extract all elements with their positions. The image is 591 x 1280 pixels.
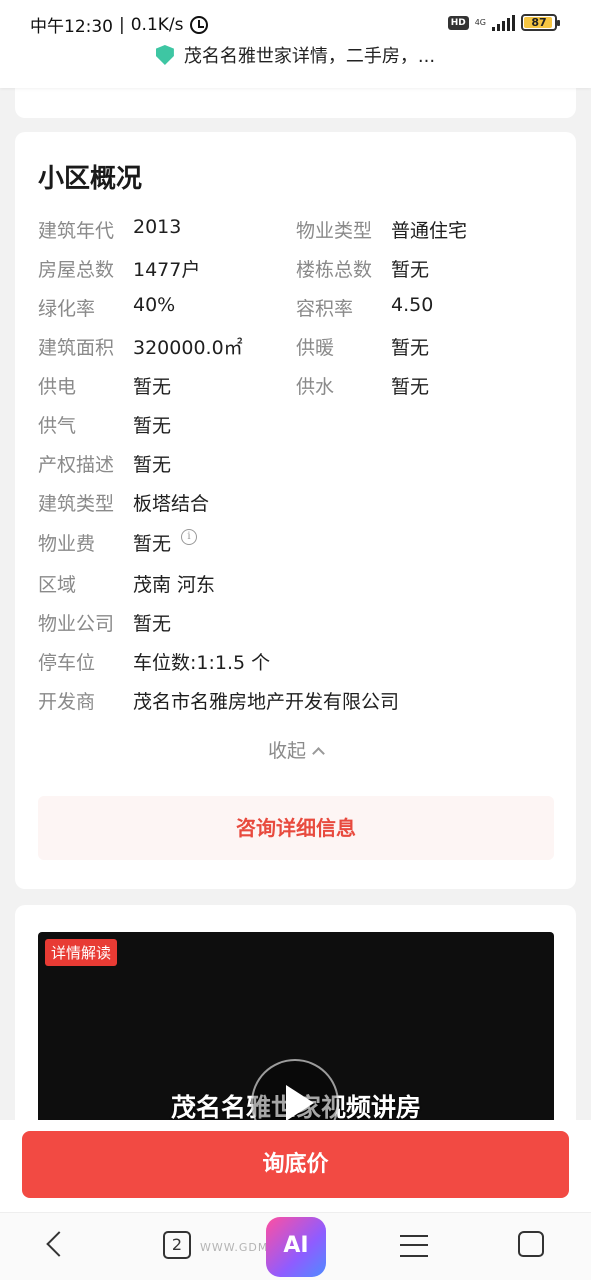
video-tag: 详情解读 <box>45 939 118 966</box>
info-row: 建筑类型 板塔结合 <box>38 489 296 516</box>
info-icon[interactable]: i <box>181 529 198 545</box>
info-label: 供暖 <box>296 337 335 359</box>
collapse-toggle[interactable]: 收起 <box>15 736 576 763</box>
info-row: 房屋总数 1477户 楼栋总数 暂无 <box>38 255 554 282</box>
ai-assistant-button[interactable]: AI <box>266 1217 326 1277</box>
shield-icon <box>155 45 174 65</box>
info-value: 暂无 <box>391 376 430 398</box>
info-value: 茂南 河东 <box>133 574 216 596</box>
status-left: 中午12:30 | 0.1K/s <box>30 12 208 37</box>
info-row: 物业费 暂无 i <box>38 529 296 556</box>
info-row: 区域 茂南 河东 <box>38 570 438 597</box>
info-value: 暂无 <box>133 533 172 555</box>
address-bar[interactable]: 茂名名雅世家详情，二手房，... <box>0 42 591 68</box>
back-icon[interactable] <box>46 1231 72 1257</box>
community-overview-card: 小区概况 建筑年代 2013 物业类型 普通住宅 房屋总数 1477户 楼栋总数 暂无 … <box>15 132 576 889</box>
info-row: 供电 暂无 供水 暂无 <box>38 372 554 399</box>
info-label: 楼栋总数 <box>296 259 373 281</box>
info-label: 绿化率 <box>38 298 96 320</box>
info-value: 暂无 <box>133 454 172 476</box>
info-value: 车位数:1:1.5 个 <box>133 652 271 674</box>
info-row: 供气 暂无 <box>38 411 296 438</box>
status-bar: 中午12:30 | 0.1K/s HD 4G 87 茂名名雅世家详情，二手房，.… <box>0 0 591 88</box>
chevron-up-icon <box>312 747 325 760</box>
info-label: 供电 <box>38 376 77 398</box>
info-value: 40% <box>133 294 176 316</box>
info-row: 停车位 车位数:1:1.5 个 <box>38 648 438 675</box>
page-url-title[interactable]: 茂名名雅世家详情，二手房，... <box>184 42 435 68</box>
bottom-action-bar: 询底价 <box>0 1120 591 1212</box>
info-label: 区域 <box>38 574 77 596</box>
info-value: 暂无 <box>391 259 430 281</box>
section-title: 小区概况 <box>38 164 143 194</box>
info-value: 暂无 <box>133 613 172 635</box>
info-value: 普通住宅 <box>391 220 468 242</box>
network-badge: 4G <box>474 17 486 27</box>
info-row: 绿化率 40% 容积率 4.50 <box>38 294 554 321</box>
info-row: 建筑面积 320000.0㎡ 供暖 暂无 <box>38 333 554 360</box>
info-label: 停车位 <box>38 652 96 674</box>
status-time: 中午12:30 <box>30 17 113 37</box>
signal-icon <box>492 14 515 31</box>
info-label: 容积率 <box>296 298 354 320</box>
info-label: 供气 <box>38 415 77 437</box>
info-value: 320000.0㎡ <box>133 337 243 359</box>
status-right: HD 4G 87 <box>447 14 560 31</box>
info-label: 开发商 <box>38 691 96 713</box>
consult-details-button[interactable]: 咨询详细信息 <box>38 796 554 860</box>
battery-label: 87 <box>531 16 547 29</box>
info-row: 建筑年代 2013 物业类型 普通住宅 <box>38 216 554 243</box>
info-value: 茂名市名雅房地产开发有限公司 <box>133 691 400 713</box>
info-label: 建筑类型 <box>38 493 115 515</box>
info-label: 建筑年代 <box>38 220 115 242</box>
tabs-button[interactable]: 2 <box>163 1231 191 1259</box>
info-label: 房屋总数 <box>38 259 115 281</box>
info-label: 产权描述 <box>38 454 115 476</box>
info-value: 4.50 <box>391 294 434 316</box>
info-value: 暂无 <box>133 376 172 398</box>
info-value: 1477户 <box>133 259 201 281</box>
status-speed: 0.1K/s <box>130 14 184 35</box>
info-row: 开发商 茂名市名雅房地产开发有限公司 <box>38 687 548 714</box>
browser-nav-bar: 2 WWW.GDMM.COM AI <box>0 1212 591 1280</box>
ask-price-button[interactable]: 询底价 <box>22 1131 569 1198</box>
info-label: 供水 <box>296 376 335 398</box>
info-value: 暂无 <box>391 337 430 359</box>
hd-badge: HD <box>447 15 469 30</box>
info-row: 物业公司 暂无 <box>38 609 296 636</box>
info-label: 物业费 <box>38 533 96 555</box>
info-value: 板塔结合 <box>133 493 210 515</box>
collapse-label: 收起 <box>267 740 306 762</box>
info-value: 2013 <box>133 216 182 238</box>
info-label: 建筑面积 <box>38 337 115 359</box>
info-label: 物业公司 <box>38 613 115 635</box>
info-row: 产权描述 暂无 <box>38 450 296 477</box>
home-icon[interactable] <box>518 1231 544 1257</box>
info-value: 暂无 <box>133 415 172 437</box>
menu-icon[interactable] <box>400 1235 428 1257</box>
battery-icon: 87 <box>521 14 560 31</box>
status-divider: | <box>119 14 125 35</box>
info-label: 物业类型 <box>296 220 373 242</box>
alarm-icon <box>189 15 208 34</box>
